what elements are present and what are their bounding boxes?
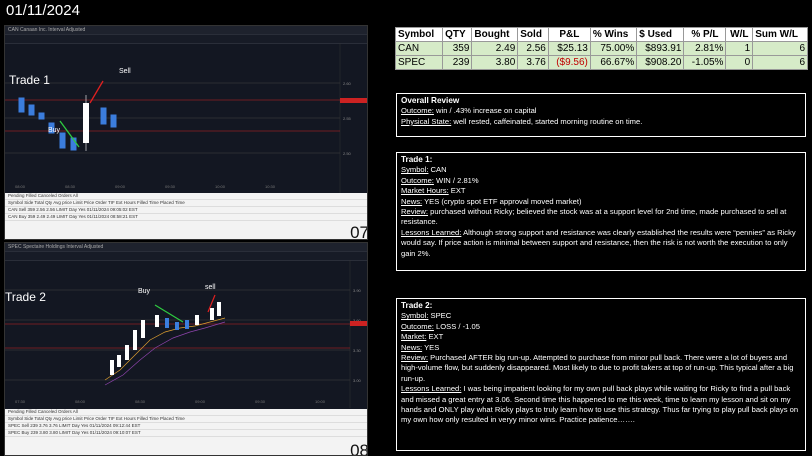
orders-panel: Pending Filled Canceled Orders All Symbo… [5,409,367,455]
panel-tabs[interactable]: Pending Filled Canceled Orders All [5,193,367,200]
svg-text:2.55: 2.55 [343,116,352,121]
cell: 6 [752,41,808,56]
cell: 3.76 [517,55,549,70]
trade1-review-box: Trade 1: Symbol: CAN Outcome: WIN / 2.81… [396,152,806,271]
trade1-lessons: Lessons Learned: Although strong support… [401,227,796,258]
slide-number: 07 [350,223,368,240]
trade2-candle-chart[interactable]: 3.903.603.303.00 07:30 08:00 08:30 09:00 09:… [5,260,367,408]
svg-text:09:00: 09:00 [115,184,126,189]
col-header: P&L [547,27,591,42]
col-header: Sum W/L [752,27,808,42]
panel-columns: Symbol Side Total Qty Avg price Limit Pr… [5,200,367,207]
cell: -1.05% [683,55,727,70]
svg-text:09:00: 09:00 [195,399,206,404]
svg-text:3.30: 3.30 [353,348,362,353]
date-title: 01/11/2024 [6,2,80,19]
panel-columns: Symbol Side Total Qty Avg price Limit Pr… [5,416,367,423]
table-row: CAN 359 2.49 2.56 $25.13 75.00% $893.91 … [394,41,808,56]
trade1-symbol: Symbol: CAN [401,165,447,175]
sell-annotation: sell [205,284,216,291]
table-row: SPEC 239 3.80 3.76 ($9.56) 66.67% $908.2… [394,55,808,70]
col-header: % Wins [589,27,638,42]
trade2-label: Trade 2 [5,290,46,304]
cell: $908.20 [636,55,685,70]
trade2-lessons: Lessons Learned: I was being impatient l… [401,384,799,425]
svg-text:09:30: 09:30 [255,399,266,404]
svg-text:08:30: 08:30 [135,399,146,404]
svg-text:10:00: 10:00 [315,399,326,404]
col-header: W/L [725,27,754,42]
trade1-news: News: YES (crypto spot ETF approval move… [401,196,582,206]
svg-text:2.50: 2.50 [343,151,352,156]
order-row[interactable]: SPEC Buy 239 3.80 3.80 LIMIT Day Yes 01/… [5,430,367,437]
cell: CAN [394,41,444,56]
overall-title: Overall Review [401,96,460,105]
trade2-title: Trade 2: [401,301,433,310]
svg-text:07:30: 07:30 [15,399,26,404]
cell: 75.00% [589,41,638,56]
overall-outcome: Outcome: win / .43% increase on capital [401,106,537,116]
trade1-hours: Market Hours: EXT [401,186,466,196]
trade1-outcome: Outcome: WIN / 2.81% [401,175,479,185]
trade1-review: Review: purchased without Ricky; believe… [401,207,787,227]
cell: 2.81% [683,41,727,56]
trade2-news: News: YES [401,342,440,352]
cell: ($9.56) [547,55,591,70]
trade2-market: Market: EXT [401,332,444,342]
trade2-symbol: Symbol: SPEC [401,311,452,321]
chart-toolbar[interactable]: CAN Canaan Inc. Interval Adjusted [5,26,367,35]
sell-annotation: Sell [119,68,131,75]
trade2-chart-screenshot: SPEC Spectaire Holdings Interval Adjuste… [4,242,368,456]
table-header-row: Symbol QTY Bought Sold P&L % Wins $ Used… [394,27,808,42]
orders-panel: Pending Filled Canceled Orders All Symbo… [5,193,367,239]
svg-text:2.60: 2.60 [343,81,352,86]
order-row[interactable]: SPEC Sell 239 3.76 3.76 LIMIT Day Yes 01… [5,423,367,430]
pl-table: Symbol QTY Bought Sold P&L % Wins $ Used… [394,27,808,70]
trade1-chart-screenshot: CAN Canaan Inc. Interval Adjusted 2.60 2.… [4,25,368,240]
trade1-candle-chart[interactable]: 2.60 2.55 2.50 08:00 08:30 09:00 09:30 10:00 10… [5,43,367,193]
cell: 3.80 [471,55,519,70]
svg-text:09:30: 09:30 [165,184,176,189]
svg-text:10:30: 10:30 [265,184,276,189]
cell: $25.13 [547,41,591,56]
svg-text:3.00: 3.00 [353,378,362,383]
cell: SPEC [394,55,444,70]
order-row[interactable]: CAN Sell 359 2.56 2.56 LIMIT Day Yes 01/… [5,207,367,214]
trade2-review: Review: Purchased AFTER big run-up. Atte… [401,353,794,383]
col-header: $ Used [636,27,685,42]
buy-annotation: Buy [138,288,151,295]
svg-text:10:00: 10:00 [215,184,226,189]
cell: 0 [725,55,754,70]
svg-text:08:30: 08:30 [65,184,76,189]
cell: 359 [442,41,473,56]
col-header: % P/L [683,27,727,42]
cell: 6 [752,55,808,70]
buy-annotation: Buy [48,127,61,134]
cell: $893.91 [636,41,685,56]
col-header: Sold [517,27,549,42]
order-row[interactable]: CAN Buy 359 2.49 2.49 LIMIT Day Yes 01/1… [5,214,367,221]
svg-text:08:00: 08:00 [75,399,86,404]
trade1-title: Trade 1: [401,155,433,164]
cell: 239 [442,55,473,70]
trade2-outcome: Outcome: LOSS / -1.05 [401,321,480,331]
cell: 2.56 [517,41,549,56]
chart-toolbar[interactable]: SPEC Spectaire Holdings Interval Adjuste… [5,243,367,252]
svg-text:08:00: 08:00 [15,184,26,189]
col-header: Symbol [394,27,444,42]
cell: 2.49 [471,41,519,56]
panel-tabs[interactable]: Pending Filled Canceled Orders All [5,409,367,416]
trade1-label: Trade 1 [9,73,50,87]
svg-text:3.90: 3.90 [353,288,362,293]
overall-review-box: Overall Review Outcome: win / .43% incre… [396,93,806,137]
col-header: Bought [471,27,519,42]
cell: 66.67% [589,55,638,70]
overall-physical: Physical State: well rested, caffeinated… [401,116,643,126]
col-header: QTY [442,27,473,42]
cell: 1 [725,41,754,56]
trade2-review-box: Trade 2: Symbol: SPEC Outcome: LOSS / -1… [396,298,806,451]
